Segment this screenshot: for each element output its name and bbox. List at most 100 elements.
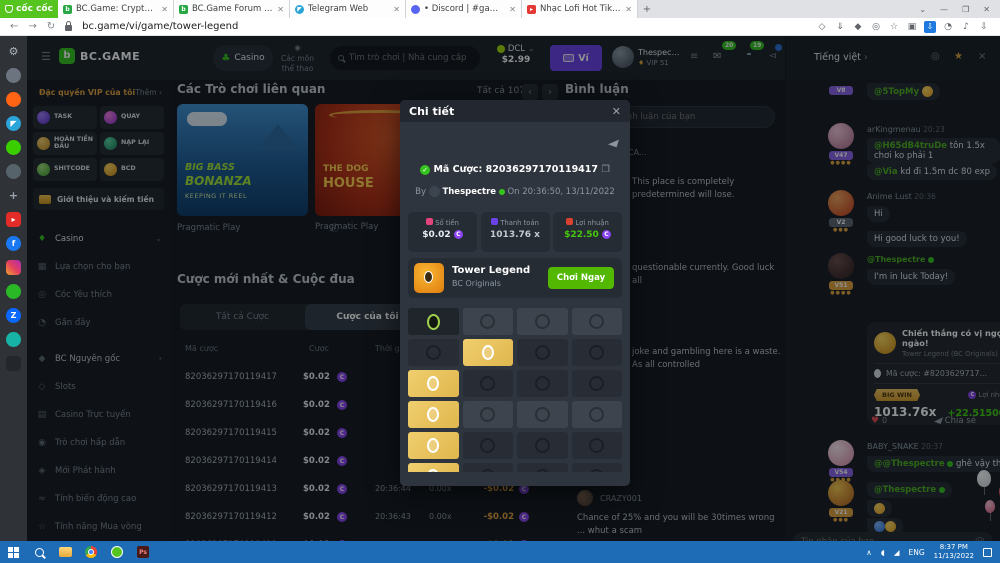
share-bet-icon[interactable] (608, 137, 619, 147)
youtube-icon[interactable]: ▸ (6, 212, 21, 227)
tab-close-icon[interactable]: ✕ (161, 5, 168, 14)
lock-icon (65, 25, 72, 31)
translate-icon[interactable]: ◆ (852, 21, 864, 33)
tower-cell[interactable] (408, 432, 459, 459)
tower-cell[interactable] (463, 463, 514, 472)
whatsapp-icon[interactable] (6, 284, 21, 299)
keyboard-language[interactable]: ENG (908, 548, 924, 557)
tab-close-icon[interactable]: ✕ (625, 5, 632, 14)
tab-close-icon[interactable]: ✕ (393, 5, 400, 14)
instagram-icon[interactable] (6, 260, 21, 275)
tower-cell[interactable] (572, 401, 623, 428)
player-name[interactable]: Thespectre (442, 187, 496, 197)
play-now-button[interactable]: Chơi Ngay (548, 267, 614, 289)
idm-extension-icon[interactable]: ⇩ (924, 21, 936, 33)
tray-expand-icon[interactable]: ∧ (866, 548, 872, 557)
tower-legend-thumbnail[interactable] (414, 263, 444, 293)
tower-cell[interactable] (463, 339, 514, 366)
settings-gear-icon[interactable]: ⚙ (6, 44, 21, 59)
game-info-row: Tower Legend BC Originals Chơi Ngay (408, 258, 622, 298)
tower-cell[interactable] (572, 308, 623, 335)
profile-app-icon[interactable] (6, 68, 21, 83)
notification-center-icon[interactable] (983, 548, 992, 557)
facebook-icon[interactable]: f (6, 236, 21, 251)
game-name[interactable]: Tower Legend (452, 265, 530, 276)
tower-cell[interactable] (463, 308, 514, 335)
snapshot-icon[interactable]: ◎ (870, 21, 882, 33)
reload-icon[interactable]: ↻ (47, 22, 55, 32)
music-extension-icon[interactable]: ♪ (960, 21, 972, 33)
messenger-icon[interactable] (6, 164, 21, 179)
tower-cell[interactable] (517, 308, 568, 335)
start-button[interactable] (0, 541, 26, 563)
tower-cell[interactable] (408, 463, 459, 472)
download-extension-icon[interactable]: ⇓ (834, 21, 846, 33)
tower-cell[interactable] (408, 308, 459, 335)
chrome-icon[interactable] (78, 541, 104, 563)
modal-title: Chi tiết (409, 105, 454, 118)
copy-icon[interactable]: ❐ (601, 164, 610, 175)
tab-bcgame[interactable]: b BC.Game: Crypto Casino Gar ✕ (58, 0, 174, 18)
window-restore-icon[interactable]: ❐ (962, 5, 969, 14)
telegram-icon[interactable]: ◤ (6, 116, 21, 131)
tower-cell[interactable] (463, 401, 514, 428)
dark-app-icon[interactable] (6, 356, 21, 371)
tower-cell[interactable] (572, 370, 623, 397)
tab-close-icon[interactable]: ✕ (277, 5, 284, 14)
tower-cell[interactable] (572, 339, 623, 366)
taskbar-clock[interactable]: 8:37 PM 11/13/2022 (934, 543, 974, 561)
tower-cell[interactable] (463, 432, 514, 459)
savefrom-icon[interactable]: ◔ (942, 21, 954, 33)
tab-discord[interactable]: • Discord | #games | DC G ✕ (406, 0, 522, 18)
tab-title: Nhạc Lofi Hot TikTok 2022 - (540, 4, 621, 14)
zalo-icon[interactable]: Z (6, 308, 21, 323)
back-icon[interactable]: ← (10, 22, 18, 32)
teal-app-icon[interactable] (6, 332, 21, 347)
tower-cell[interactable] (517, 401, 568, 428)
tab-close-icon[interactable]: ✕ (509, 5, 516, 14)
adblock-shield-icon[interactable]: ▣ (906, 21, 918, 33)
bookmark-star-icon[interactable]: ☆ (888, 21, 900, 33)
coccoc-side-rail: ⚙ ◤ + ▸ f Z (0, 36, 27, 541)
tab-youtube[interactable]: ▸ Nhạc Lofi Hot TikTok 2022 - ✕ (522, 0, 638, 18)
bet-meta-row: By Thespectre On 20:36:50, 13/11/2022 (400, 186, 630, 197)
taskbar-search-button[interactable] (26, 541, 52, 563)
line-icon[interactable] (6, 140, 21, 155)
tower-cell[interactable] (572, 463, 623, 472)
downloads-tray-icon[interactable]: ⇩ (978, 21, 990, 33)
tab-bcgame-forum[interactable]: b BC.Game Forum - A Crypto ✕ (174, 0, 290, 18)
tab-search-icon[interactable]: ⌄ (919, 5, 926, 14)
tower-cell[interactable] (517, 463, 568, 472)
tab-telegram[interactable]: ◤ Telegram Web ✕ (290, 0, 406, 18)
payout-icon (491, 218, 498, 225)
screen: cốc cốc b BC.Game: Crypto Casino Gar ✕ b… (0, 0, 1000, 563)
tower-cell[interactable] (463, 370, 514, 397)
tower-cell[interactable] (572, 432, 623, 459)
reddit-icon[interactable] (6, 92, 21, 107)
photoshop-icon[interactable]: Ps (130, 541, 156, 563)
speaker-icon[interactable]: ◖ (881, 548, 885, 557)
window-minimize-icon[interactable]: — (940, 5, 948, 14)
network-icon[interactable]: ◢ (894, 548, 900, 557)
bcgame-favicon: b (63, 5, 72, 14)
file-explorer-icon[interactable] (52, 541, 78, 563)
clock-time: 8:37 PM (934, 543, 974, 552)
window-close-icon[interactable]: ✕ (983, 5, 990, 14)
new-tab-button[interactable]: + (638, 0, 656, 18)
modal-close-icon[interactable]: ✕ (612, 105, 621, 118)
forward-icon[interactable]: → (28, 22, 36, 32)
tower-cell[interactable] (408, 401, 459, 428)
coccoc-icon[interactable] (104, 541, 130, 563)
bet-stats-row: Số tiền $0.02 C Thanh toán 1013.76 x Lợi… (408, 212, 622, 252)
tower-cell[interactable] (517, 370, 568, 397)
add-shortcut-button[interactable]: + (6, 188, 21, 203)
coccoc-brand-button[interactable]: cốc cốc (0, 0, 58, 18)
extension-icon[interactable]: ◇ (816, 21, 828, 33)
bet-id-value[interactable]: 82036297170119417 (486, 164, 598, 175)
tower-cell[interactable] (517, 432, 568, 459)
discord-favicon (411, 5, 420, 14)
tower-cell[interactable] (517, 339, 568, 366)
tower-cell[interactable] (408, 339, 459, 366)
tower-cell[interactable] (408, 370, 459, 397)
url-text[interactable]: bc.game/vi/game/tower-legend (82, 21, 238, 32)
